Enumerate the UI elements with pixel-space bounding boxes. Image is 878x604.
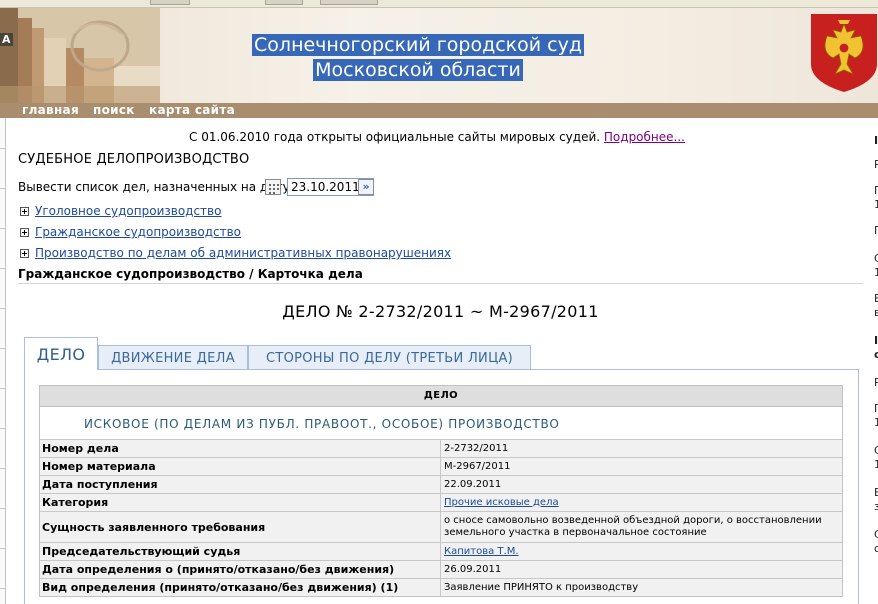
right-fragment: 1: [874, 266, 878, 279]
main-nav-bar: главная поиск карта сайта: [0, 103, 878, 118]
official-sites-notice: С 01.06.2010 года открыты официальные са…: [8, 130, 866, 144]
row-value: Прочие исковые дела: [441, 494, 842, 511]
plus-square-icon[interactable]: [20, 228, 29, 237]
right-fragment: С: [874, 444, 878, 457]
row-value: М-2967/2011: [444, 460, 511, 472]
row-key: Председательствующий судья: [40, 543, 441, 560]
plus-square-icon[interactable]: [20, 207, 29, 216]
right-sidebar-edge: I Р П 1 П С 1 Е в I с Р П 1 С 1 Е з С с: [868, 118, 878, 604]
header-edge-letter: А: [0, 33, 13, 46]
card-header: ДЕЛО: [40, 386, 842, 406]
right-fragment: Р: [874, 376, 878, 389]
section-title: СУДЕБНОЕ ДЕЛОПРОИЗВОДСТВО: [18, 152, 250, 167]
site-header: А Солнечногорский городской суд Московск…: [0, 0, 878, 103]
right-fragment: 1: [874, 416, 878, 429]
right-fragment: в: [874, 306, 878, 319]
row-value: 22.09.2011: [444, 478, 502, 490]
row-value: о сносе самовольно возведенной объездной…: [444, 515, 822, 538]
row-key: Вид определения (принято/отказано/без дв…: [40, 579, 441, 596]
nav-home-link[interactable]: главная: [22, 103, 79, 118]
russian-coat-of-arms-icon: [811, 14, 877, 92]
right-fragment: I: [874, 134, 878, 147]
criminal-proceedings-link[interactable]: Уголовное судопроизводство: [35, 204, 221, 218]
row-value: Капитова Т.М.: [441, 543, 842, 560]
calendar-icon[interactable]: [265, 179, 281, 195]
right-fragment: с: [874, 348, 878, 361]
table-row: Дата определения о (принято/отказано/без…: [40, 560, 842, 578]
tab-case-movement[interactable]: ДВИЖЕНИЕ ДЕЛА: [98, 345, 248, 370]
left-frame-edge: [0, 118, 6, 604]
nav-sitemap-link[interactable]: карта сайта: [149, 103, 235, 118]
case-card-table: ДЕЛО ИСКОВОЕ (ПО ДЕЛАМ ИЗ ПУБЛ. ПРАВООТ.…: [39, 385, 843, 597]
proceeding-type: ИСКОВОЕ (ПО ДЕЛАМ ИЗ ПУБЛ. ПРАВООТ., ОСО…: [84, 417, 560, 431]
administrative-proceedings-link[interactable]: Производство по делам об административны…: [35, 246, 451, 260]
date-filter-label: Вывести список дел, назначенных на дату: [18, 180, 290, 194]
right-fragment: П: [874, 402, 878, 415]
right-fragment: П: [874, 184, 878, 197]
right-fragment: с: [874, 542, 878, 555]
tab-parties[interactable]: СТОРОНЫ ПО ДЕЛУ (ТРЕТЬИ ЛИЦА): [248, 345, 531, 370]
row-key: Категория: [40, 494, 441, 511]
card-subheader: ИСКОВОЕ (ПО ДЕЛАМ ИЗ ПУБЛ. ПРАВООТ., ОСО…: [40, 406, 842, 439]
row-key: Дата определения о (принято/отказано/без…: [40, 561, 441, 578]
row-key: Дата поступления: [40, 476, 441, 493]
row-key: Номер материала: [40, 458, 441, 475]
right-fragment: С: [874, 252, 878, 265]
right-fragment: Е: [874, 486, 878, 499]
notice-text: С 01.06.2010 года открыты официальные са…: [189, 130, 601, 144]
table-row: Категория Прочие исковые дела: [40, 493, 842, 511]
table-row: Вид определения (принято/отказано/без дв…: [40, 578, 842, 596]
table-row: Дата поступления 22.09.2011: [40, 475, 842, 493]
civil-proceedings-link[interactable]: Гражданское судопроизводство: [35, 225, 241, 239]
right-fragment: Е: [874, 292, 878, 305]
table-row: Сущность заявленного требования о сносе …: [40, 511, 842, 542]
right-fragment: П: [874, 224, 878, 237]
right-fragment: 1: [874, 458, 878, 471]
row-value: Заявление ПРИНЯТО к производству: [444, 581, 639, 593]
nav-search-link[interactable]: поиск: [93, 103, 135, 118]
right-fragment: 1: [874, 198, 878, 211]
row-key: Номер дела: [40, 440, 441, 457]
divider: [18, 283, 863, 284]
table-row: Номер материала М-2967/2011: [40, 457, 842, 475]
table-row: Номер дела 2-2732/2011: [40, 439, 842, 457]
case-title: ДЕЛО № 2-2732/2011 ~ М-2967/2011: [282, 302, 599, 321]
plus-square-icon[interactable]: [20, 249, 29, 258]
row-key: Сущность заявленного требования: [40, 512, 441, 542]
court-title-line2: Московской области: [313, 59, 523, 81]
table-row: Председательствующий судья Капитова Т.М.: [40, 542, 842, 560]
notice-more-link[interactable]: Подробнее...: [604, 130, 685, 144]
browser-toolbar-strip: [0, 0, 878, 8]
right-fragment: Р: [874, 158, 878, 171]
row-value: 26.09.2011: [444, 563, 502, 575]
right-fragment: I: [874, 334, 878, 347]
category-link[interactable]: Прочие исковые дела: [444, 497, 559, 509]
breadcrumb: Гражданское судопроизводство / Карточка …: [18, 267, 363, 281]
court-title-line1: Солнечногорский городской суд: [252, 34, 584, 56]
court-title: Солнечногорский городской суд Московской…: [236, 33, 600, 83]
arrow-right-icon[interactable]: »: [358, 179, 374, 195]
tab-case[interactable]: ДЕЛО: [24, 337, 98, 370]
books-illustration-icon: [0, 8, 160, 103]
judge-link[interactable]: Капитова Т.М.: [444, 546, 519, 558]
right-fragment: з: [874, 500, 878, 513]
right-fragment: С: [874, 528, 878, 541]
row-value: 2-2732/2011: [444, 442, 509, 454]
